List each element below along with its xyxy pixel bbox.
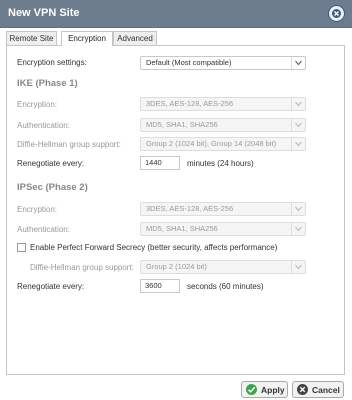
encryption-settings-label: Encryption settings: (17, 58, 87, 67)
pfs-label: Enable Perfect Forward Secrecy (better s… (30, 243, 278, 252)
chevron-down-icon (291, 119, 305, 131)
tab-remote-site[interactable]: Remote Site (6, 31, 57, 45)
ike-dh-group-select[interactable]: Group 2 (1024 bit), Group 14 (2048 bit) (140, 137, 306, 151)
ike-authentication-value: MD5, SHA1, SHA256 (146, 120, 218, 129)
chevron-down-icon (291, 138, 305, 150)
ipsec-encryption-label: Encryption: (17, 205, 58, 214)
title-bar: New VPN Site (0, 0, 352, 28)
tab-advanced[interactable]: Advanced (113, 31, 157, 45)
ike-heading: IKE (Phase 1) (17, 78, 78, 89)
dialog-title: New VPN Site (8, 7, 80, 19)
ike-authentication-label: Authentication: (17, 121, 70, 130)
chevron-down-icon (291, 98, 305, 110)
chevron-down-icon (291, 203, 305, 215)
pfs-checkbox[interactable] (17, 243, 26, 252)
ipsec-dh-group-value: Group 2 (1024 bit) (146, 262, 207, 271)
ipsec-dh-group-label: Diffie-Hellman group support: (30, 263, 134, 272)
ike-dh-group-label: Diffie-Hellman group support: (17, 140, 121, 149)
ipsec-encryption-value: 3DES, AES-128, AES-256 (146, 204, 234, 213)
ipsec-renegotiate-unit: seconds (60 minutes) (187, 282, 264, 291)
chevron-down-icon (291, 57, 305, 69)
close-button[interactable] (328, 5, 345, 22)
ike-renegotiate-unit: minutes (24 hours) (187, 159, 254, 168)
vpn-site-dialog: New VPN Site Remote Site Encryption Adva… (0, 0, 352, 400)
encryption-settings-value: Default (Most compatible) (146, 58, 232, 67)
encryption-panel: Encryption settings: Default (Most compa… (6, 45, 345, 375)
chevron-down-icon (291, 261, 305, 273)
cancel-icon (297, 384, 308, 395)
ipsec-authentication-label: Authentication: (17, 225, 70, 234)
ipsec-encryption-select[interactable]: 3DES, AES-128, AES-256 (140, 202, 306, 216)
ike-encryption-label: Encryption: (17, 100, 58, 109)
ipsec-renegotiate-input[interactable]: 3600 (140, 279, 180, 293)
close-icon (332, 9, 341, 18)
ike-dh-group-value: Group 2 (1024 bit), Group 14 (2048 bit) (146, 139, 277, 148)
ipsec-renegotiate-label: Renegotiate every: (17, 282, 85, 291)
cancel-label: Cancel (312, 385, 340, 395)
ipsec-heading: IPSec (Phase 2) (17, 182, 88, 193)
ike-renegotiate-label: Renegotiate every: (17, 159, 85, 168)
ipsec-authentication-value: MD5, SHA1, SHA256 (146, 224, 218, 233)
apply-button[interactable]: Apply (241, 381, 288, 398)
ike-encryption-select[interactable]: 3DES, AES-128, AES-256 (140, 97, 306, 111)
ipsec-dh-group-select[interactable]: Group 2 (1024 bit) (140, 260, 306, 274)
encryption-settings-select[interactable]: Default (Most compatible) (140, 56, 306, 70)
tab-encryption[interactable]: Encryption (61, 31, 113, 46)
ipsec-authentication-select[interactable]: MD5, SHA1, SHA256 (140, 222, 306, 236)
ike-authentication-select[interactable]: MD5, SHA1, SHA256 (140, 118, 306, 132)
ike-encryption-value: 3DES, AES-128, AES-256 (146, 99, 234, 108)
apply-label: Apply (261, 385, 285, 395)
chevron-down-icon (291, 223, 305, 235)
ike-renegotiate-input[interactable]: 1440 (140, 156, 180, 170)
cancel-button[interactable]: Cancel (292, 381, 344, 398)
check-icon (246, 384, 257, 395)
